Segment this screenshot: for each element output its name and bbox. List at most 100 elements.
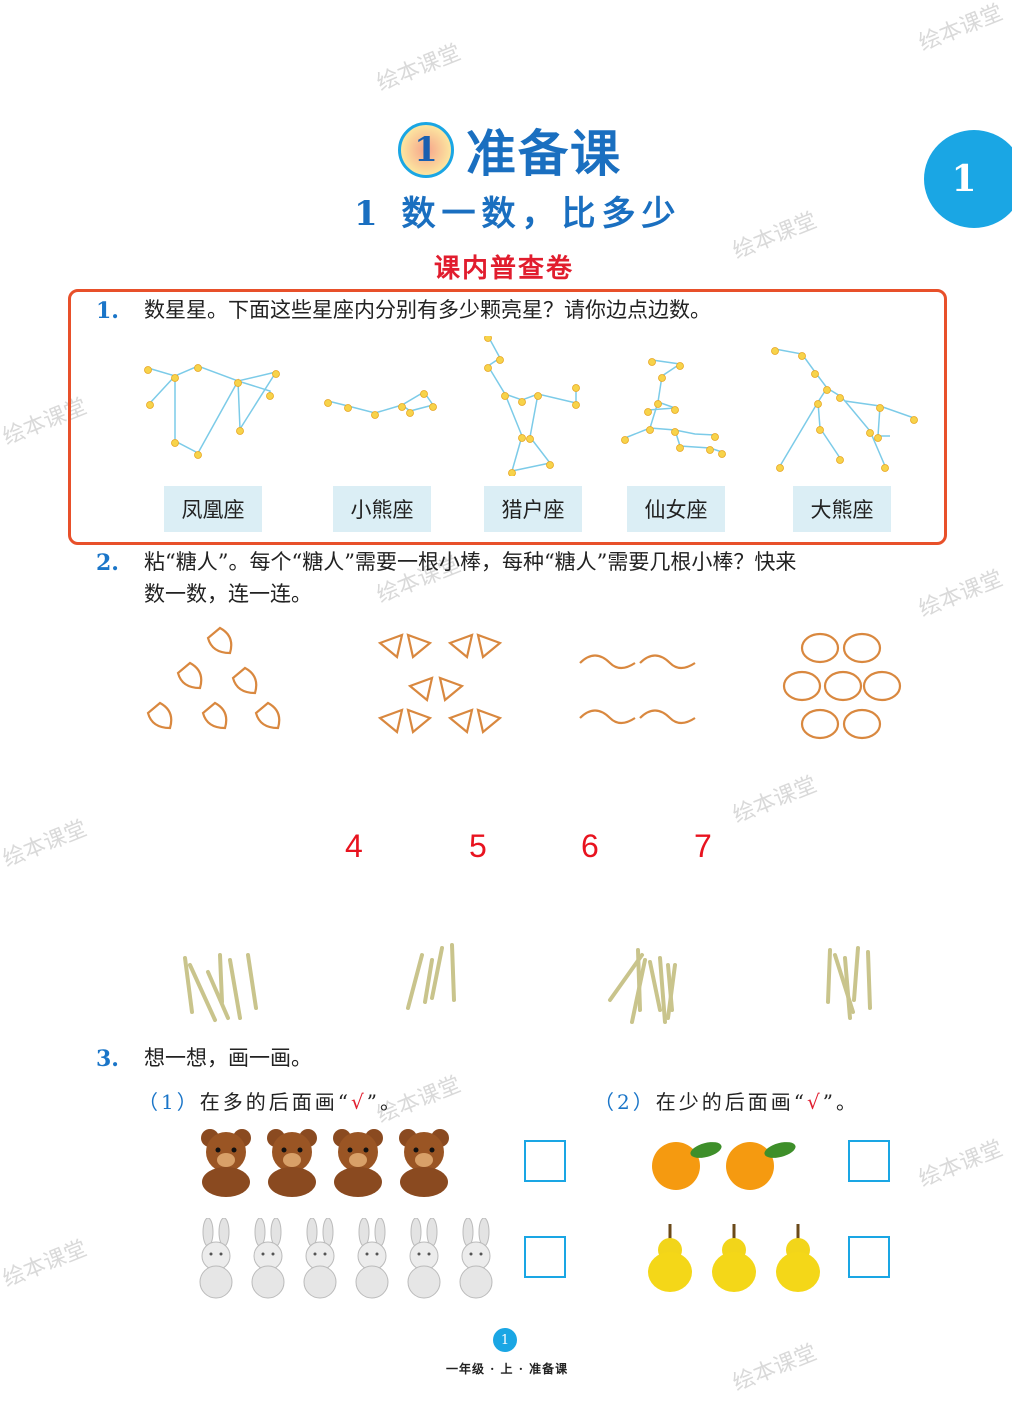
answer-box-oranges[interactable] (848, 1140, 890, 1182)
q2-line1: 粘“糖人”。每个“糖人”需要一根小棒，每种“糖人”需要几根小棒？快来 (144, 550, 797, 574)
label-andromeda: 仙女座 (627, 486, 725, 532)
star-icon (771, 347, 779, 355)
bears-row (201, 1129, 449, 1197)
star-icon (658, 374, 666, 382)
q1-number: 1. (96, 298, 119, 324)
star-icon (621, 436, 629, 444)
star-icon (776, 464, 784, 472)
teddy-bear-icon (399, 1129, 449, 1197)
watermark: 绘本课堂 (373, 40, 465, 97)
rabbit-icon (459, 1218, 493, 1299)
star-icon (501, 392, 509, 400)
pears-row (648, 1224, 820, 1292)
stick-bundle-7 (608, 948, 677, 1024)
star-icon (534, 392, 542, 400)
checkmark-icon: √ (806, 1090, 823, 1114)
watermark: 绘本课堂 (0, 1236, 91, 1293)
star-icon (171, 439, 179, 447)
star-icon (572, 401, 580, 409)
answer-box-bears[interactable] (524, 1140, 566, 1182)
q3-part1-end: ”。 (366, 1090, 403, 1114)
q3-part2-end: ”。 (822, 1090, 859, 1114)
star-icon (910, 416, 918, 424)
star-icon (711, 433, 719, 441)
subtitle: 1 数一数，比多少 (354, 194, 682, 234)
rabbits-row (199, 1218, 493, 1299)
star-icon (798, 352, 806, 360)
rabbit-icon (407, 1218, 441, 1299)
star-icon (646, 426, 654, 434)
constellations-illustration (144, 336, 918, 476)
sugar-butterfly-group (377, 633, 503, 734)
teddy-bear-icon (201, 1129, 251, 1197)
star-icon (344, 404, 352, 412)
teddy-bear-icon (267, 1129, 317, 1197)
oranges-row (652, 1142, 796, 1190)
star-icon (371, 411, 379, 419)
q1-text: 数星星。下面这些星座内分别有多少颗亮星？请你边点边数。 (144, 298, 711, 322)
pear-icon (776, 1224, 820, 1292)
q2-line2: 数一数，连一连。 (144, 582, 312, 606)
watermark: 绘本课堂 (915, 1136, 1007, 1193)
q3-part1: （1）在多的后面画“√”。 (138, 1086, 403, 1115)
sugar-turtle-group (782, 632, 902, 740)
pear-icon (648, 1224, 692, 1292)
number-option-4[interactable]: 4 (345, 828, 363, 865)
orange-icon (726, 1142, 796, 1190)
star-icon (874, 434, 882, 442)
answer-box-pears[interactable] (848, 1236, 890, 1278)
watermark: 绘本课堂 (729, 208, 821, 265)
star-icon (648, 358, 656, 366)
star-icon (266, 392, 274, 400)
watermark: 绘本课堂 (729, 772, 821, 829)
unit-badge: 1 (924, 130, 1012, 228)
page-number: 1 (493, 1328, 517, 1352)
number-option-6[interactable]: 6 (581, 828, 599, 865)
sticks-illustration (183, 943, 872, 1024)
q3-number: 3. (96, 1046, 119, 1072)
number-option-7[interactable]: 7 (694, 828, 712, 865)
star-icon (881, 464, 889, 472)
sugar-dragon-group (579, 654, 696, 725)
teddy-bear-icon (333, 1129, 383, 1197)
star-icon (144, 366, 152, 374)
star-icon (866, 429, 874, 437)
watermark: 绘本课堂 (915, 566, 1007, 623)
stick-bundle-5 (826, 946, 872, 1020)
stick-bundle-6 (183, 953, 258, 1022)
q3-part2-text: 在少的后面画“ (655, 1090, 807, 1114)
rabbit-icon (355, 1218, 389, 1299)
star-icon (718, 450, 726, 458)
star-icon (814, 400, 822, 408)
rabbit-icon (199, 1218, 233, 1299)
star-icon (234, 379, 242, 387)
star-icon (706, 446, 714, 454)
star-icon (272, 370, 280, 378)
label-ursa-major: 大熊座 (793, 486, 891, 532)
star-icon (811, 370, 819, 378)
star-icon (324, 399, 332, 407)
section-heading: 课内普查卷 (434, 254, 575, 284)
star-icon (518, 398, 526, 406)
star-icon (836, 394, 844, 402)
sugar-bird-group (146, 626, 281, 730)
title-number-badge: 1 (398, 122, 454, 178)
q2-number: 2. (96, 550, 119, 576)
orange-icon (652, 1142, 722, 1190)
rabbit-icon (303, 1218, 337, 1299)
rabbit-icon (251, 1218, 285, 1299)
star-icon (572, 384, 580, 392)
star-icon (546, 461, 554, 469)
star-icon (676, 444, 684, 452)
star-icon (671, 406, 679, 414)
star-icon (171, 374, 179, 382)
q3-text: 想一想，画一画。 (144, 1046, 312, 1070)
star-icon (420, 390, 428, 398)
star-icon (518, 434, 526, 442)
number-option-5[interactable]: 5 (469, 828, 487, 865)
sugar-figures-illustration (146, 626, 902, 740)
lesson-title: 1 准备课 (398, 118, 622, 183)
answer-box-rabbits[interactable] (524, 1236, 566, 1278)
star-icon (484, 336, 492, 342)
label-orion: 猎户座 (484, 486, 582, 532)
